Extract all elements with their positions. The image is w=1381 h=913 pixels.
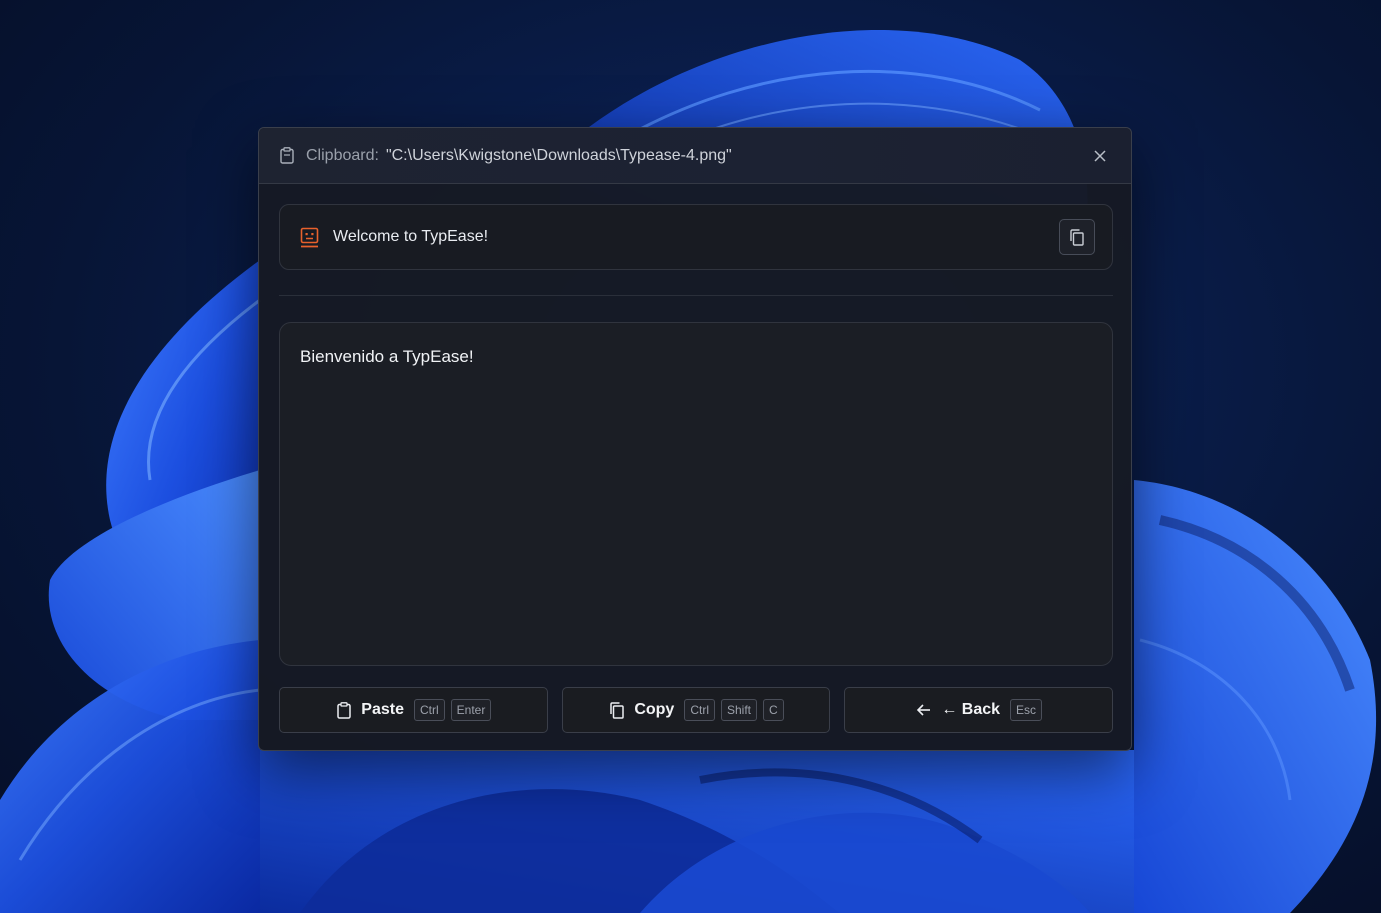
copy-icon	[1070, 228, 1084, 246]
section-divider	[279, 295, 1113, 296]
window-title-label: Clipboard:	[306, 146, 379, 164]
window-title-path: "C:\Users\Kwigstone\Downloads\Typease-4.…	[385, 146, 732, 164]
clipboard-icon	[335, 701, 353, 719]
shortcut-key-c: C	[763, 699, 784, 721]
action-bar: Paste Ctrl Enter Copy Ctrl Shift C ← Bac…	[279, 687, 1114, 733]
clipboard-icon	[280, 147, 296, 165]
desktop: Clipboard: "C:\Users\Kwigstone\Downloads…	[0, 0, 1381, 913]
copy-icon	[608, 701, 626, 719]
source-text-card: Welcome to TypEase!	[279, 204, 1113, 270]
shortcut-key-ctrl: Ctrl	[684, 699, 715, 721]
paste-button[interactable]: Paste Ctrl Enter	[279, 687, 548, 733]
shortcut-key-shift: Shift	[721, 699, 758, 721]
title-bar: Clipboard: "C:\Users\Kwigstone\Downloads…	[259, 128, 1131, 184]
shortcut-key-ctrl: Ctrl	[414, 699, 445, 721]
paste-label: Paste	[361, 701, 404, 718]
typease-clipboard-window: Clipboard: "C:\Users\Kwigstone\Downloads…	[258, 127, 1132, 751]
back-label: ← Back	[941, 701, 1001, 718]
copy-button[interactable]: Copy Ctrl Shift C	[561, 687, 831, 733]
translation-result-card[interactable]: Bienvenido a TypEase!	[279, 322, 1113, 666]
arrow-left-icon	[915, 701, 933, 719]
close-button[interactable]	[1087, 143, 1113, 169]
source-text: Welcome to TypEase!	[333, 228, 489, 245]
translation-text[interactable]: Bienvenido a TypEase!	[300, 347, 1092, 367]
copy-source-button[interactable]	[1059, 219, 1095, 255]
robot-icon	[300, 226, 320, 248]
shortcut-key-esc: Esc	[1010, 699, 1043, 721]
back-button[interactable]: ← Back Esc	[844, 687, 1114, 733]
close-icon	[1094, 149, 1106, 162]
shortcut-key-enter: Enter	[450, 699, 492, 721]
copy-label: Copy	[634, 701, 675, 718]
